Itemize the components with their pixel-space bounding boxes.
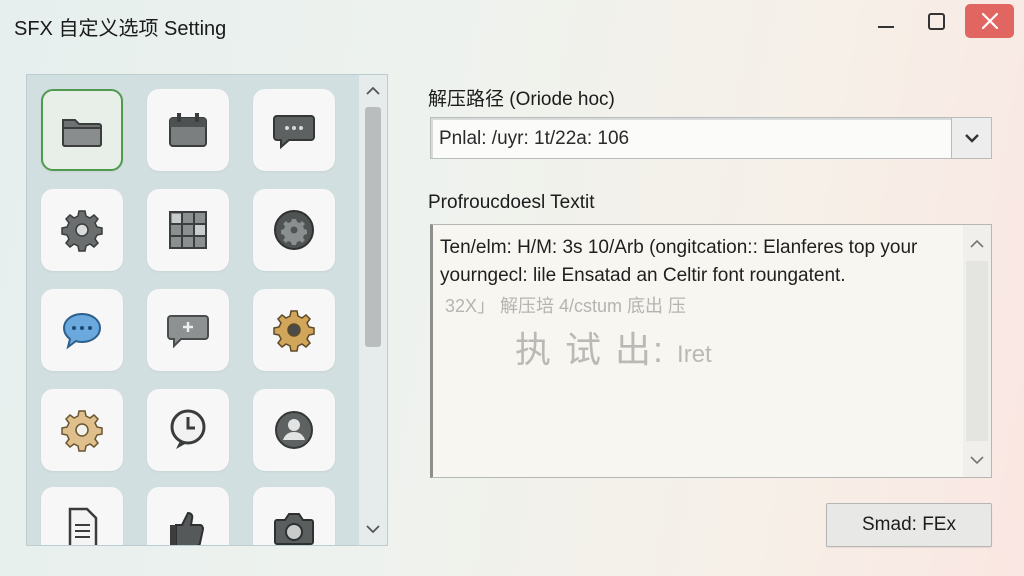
icon-tile-camera[interactable] xyxy=(253,487,335,545)
icon-tile-clock[interactable] xyxy=(147,389,229,471)
path-value[interactable]: Pnlal: /uyr: 1t/22a: 106 xyxy=(439,128,629,150)
action-button[interactable]: Smad: FEx xyxy=(826,503,992,547)
icon-tile-calendar[interactable] xyxy=(147,89,229,171)
icon-tile-thumbs-up[interactable] xyxy=(147,487,229,545)
icon-tile-gear[interactable] xyxy=(41,189,123,271)
chevron-up-icon xyxy=(366,86,380,95)
scroll-up-button[interactable] xyxy=(359,77,387,105)
maximize-button[interactable] xyxy=(918,4,954,38)
icon-tile-grid[interactable] xyxy=(147,189,229,271)
clock-bubble-icon xyxy=(170,409,206,449)
icon-tile-message-add[interactable] xyxy=(147,289,229,371)
chevron-up-icon xyxy=(970,239,984,248)
icon-picker-panel xyxy=(26,74,388,546)
gear-icon xyxy=(61,210,103,252)
user-icon xyxy=(275,411,313,449)
calendar-icon xyxy=(169,113,207,147)
icon-tile-user[interactable] xyxy=(253,389,335,471)
icon-panel-scrollbar[interactable] xyxy=(359,75,387,545)
text-scroll-down-button[interactable] xyxy=(963,447,991,473)
path-label: 解压路径 (Oriode hoc) xyxy=(428,89,615,110)
text-line-2: yourngecl: lile Ensatad an Celtir font r… xyxy=(440,265,846,286)
document-icon xyxy=(68,507,98,545)
close-button[interactable] xyxy=(965,4,1014,38)
gear-gold-icon xyxy=(273,310,315,352)
minimize-button[interactable] xyxy=(868,4,904,38)
scroll-thumb[interactable] xyxy=(365,107,381,347)
minimize-icon xyxy=(878,26,894,28)
text-line-3: 32X」 解压培 4/cstum 底出 压 xyxy=(445,296,687,316)
text-line-4-small: Iret xyxy=(677,341,712,368)
folder-icon xyxy=(62,119,102,147)
close-icon xyxy=(981,12,998,30)
chevron-down-icon xyxy=(970,456,984,465)
maximize-icon xyxy=(927,12,945,30)
grid-icon xyxy=(169,211,207,249)
path-combobox[interactable]: Pnlal: /uyr: 1t/22a: 106 xyxy=(430,117,992,159)
icon-tile-gear-gold[interactable] xyxy=(253,289,335,371)
path-dropdown-button[interactable] xyxy=(951,118,991,158)
icon-tile-chat[interactable] xyxy=(253,89,335,171)
text-line-1: Ten/elm: H/M: 3s 10/Arb (ongitcation:: E… xyxy=(440,237,918,258)
chat-bubble-icon xyxy=(273,115,315,150)
message-add-icon xyxy=(167,315,209,349)
icon-tile-gear-gold-2[interactable] xyxy=(41,389,123,471)
camera-icon xyxy=(274,513,314,545)
text-editor[interactable]: Ten/elm: H/M: 3s 10/Arb (ongitcation:: E… xyxy=(430,224,992,478)
text-scroll-up-button[interactable] xyxy=(963,231,991,257)
thumbs-up-icon xyxy=(170,511,205,545)
text-line-4-large: 执 试 出: xyxy=(515,329,666,370)
text-scrollbar[interactable] xyxy=(963,225,991,477)
icon-tile-folder[interactable] xyxy=(41,89,123,171)
icon-tile-gear-dark[interactable] xyxy=(253,189,335,271)
title-bar: SFX 自定义选项 Setting xyxy=(0,0,1024,50)
icon-tile-document[interactable] xyxy=(41,487,123,545)
chevron-down-icon xyxy=(964,134,979,143)
message-blue-icon xyxy=(62,312,102,350)
text-label: Profroucdoesl Textit xyxy=(428,192,595,213)
scroll-down-button[interactable] xyxy=(359,515,387,543)
gear-gold-icon xyxy=(61,410,103,452)
text-line-4: 执 试 出: Iret xyxy=(515,321,712,373)
window-title: SFX 自定义选项 Setting xyxy=(14,18,227,40)
gear-dark-icon xyxy=(274,210,314,250)
chevron-down-icon xyxy=(366,525,380,534)
icon-tile-message-blue[interactable] xyxy=(41,289,123,371)
text-scroll-track[interactable] xyxy=(966,261,988,441)
